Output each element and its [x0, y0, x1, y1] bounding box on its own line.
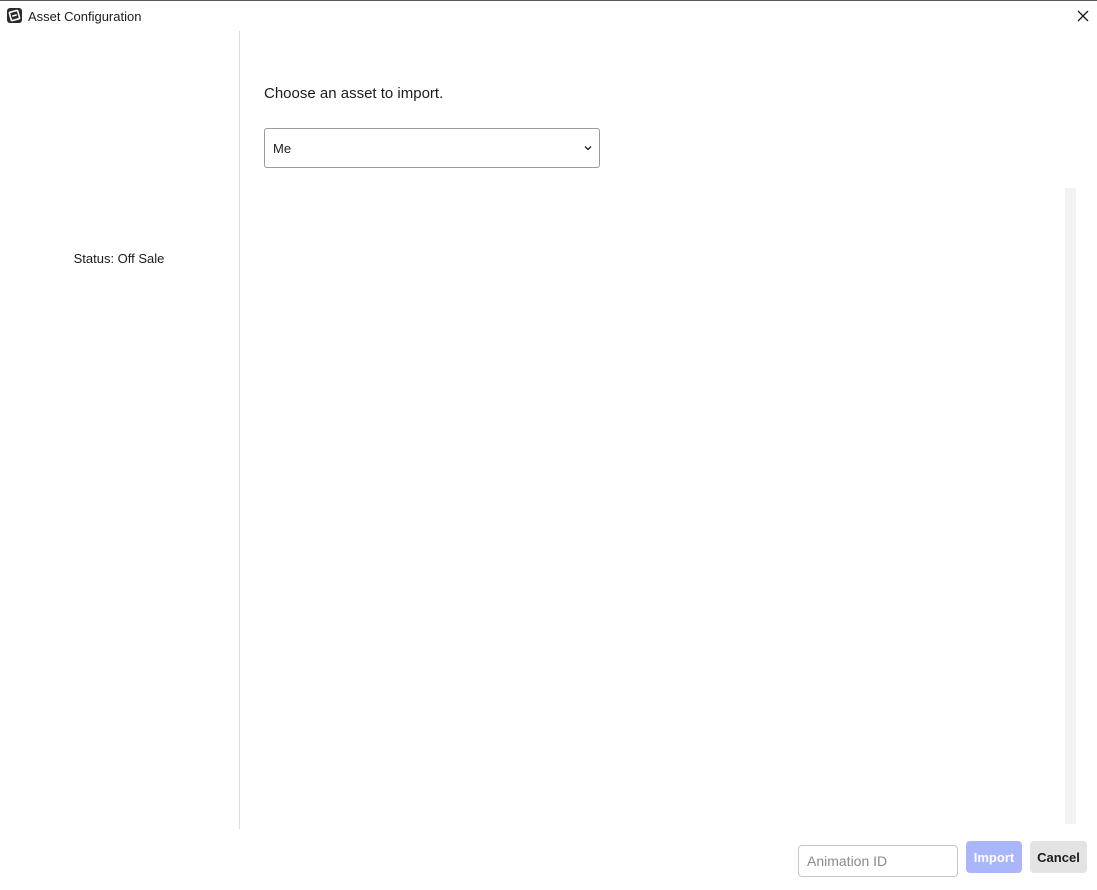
close-icon[interactable]	[1077, 10, 1089, 22]
animation-id-input[interactable]	[798, 845, 958, 877]
asset-configuration-window: Asset Configuration Status: Off Sale Cho…	[0, 0, 1097, 890]
asset-preview-panel: Status: Off Sale	[0, 31, 240, 829]
sale-status-label: Status: Off Sale	[73, 251, 165, 266]
window-title: Asset Configuration	[28, 9, 142, 24]
dialog-footer: Import Cancel	[0, 829, 1097, 890]
cancel-button[interactable]: Cancel	[1030, 841, 1087, 873]
roblox-studio-icon	[7, 8, 22, 23]
owner-select[interactable]: Me	[264, 128, 600, 168]
title-bar: Asset Configuration	[0, 1, 1097, 31]
import-prompt: Choose an asset to import.	[264, 85, 444, 102]
import-panel: Choose an asset to import. Me	[241, 31, 1097, 829]
owner-select-value: Me	[273, 141, 292, 156]
asset-list	[264, 188, 1064, 824]
import-button[interactable]: Import	[966, 841, 1022, 873]
close-button[interactable]	[1072, 6, 1094, 26]
chevron-down-icon	[584, 146, 592, 151]
asset-list-scrollbar[interactable]	[1065, 188, 1076, 824]
